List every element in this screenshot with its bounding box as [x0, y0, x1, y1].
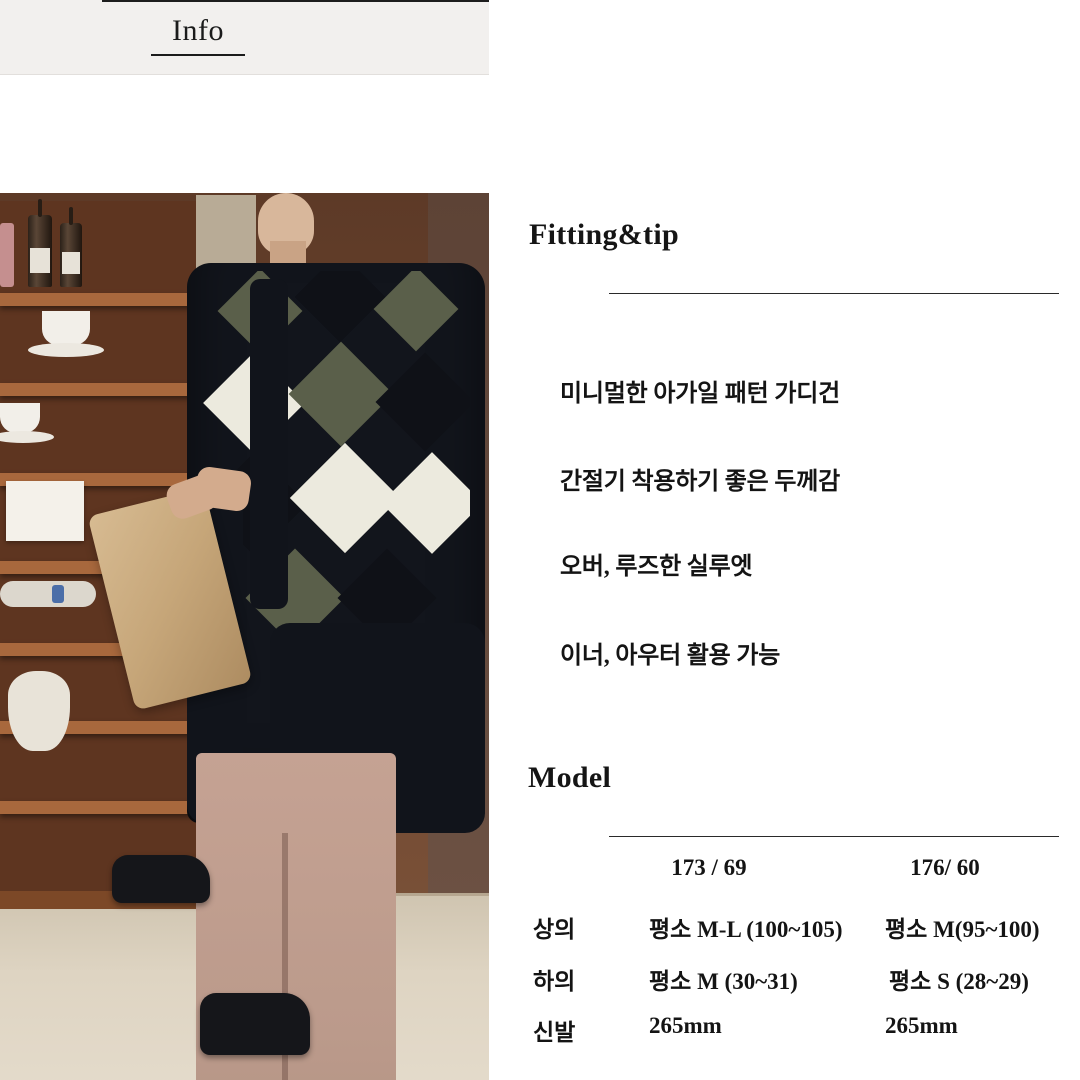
tab-info-label: Info — [172, 14, 224, 47]
model-row-label-shoes: 신발 — [533, 1020, 576, 1045]
argyle-diamond — [288, 341, 394, 447]
model-shoe-right — [200, 993, 310, 1055]
model-heading: Model — [528, 761, 612, 794]
model-row-bottom-value-2: 평소 S (28~29) — [889, 969, 1029, 994]
coffee-cup-1 — [42, 311, 90, 345]
saucer-1 — [28, 343, 104, 357]
bottle-neck — [68, 207, 74, 225]
wine-bottle-2 — [60, 207, 82, 287]
tab-info[interactable]: Info — [148, 14, 248, 56]
model-row-top-value-1: 평소 M-L (100~105) — [649, 917, 843, 942]
coffee-cup-2 — [0, 403, 40, 433]
argyle-diamond — [294, 271, 386, 343]
fitting-tip-heading: Fitting&tip — [529, 218, 679, 251]
fitting-tip-line-2: 간절기 착용하기 좋은 두께감 — [560, 469, 840, 495]
towel-stripe — [52, 585, 64, 603]
info-panel: Fitting&tip 미니멀한 아가일 패턴 가디건 간절기 착용하기 좋은 … — [489, 0, 1080, 1080]
model-rule — [609, 836, 1059, 837]
model-column-head-2: 176/ 60 — [910, 855, 980, 880]
fitting-tip-line-4: 이너, 아우터 활용 가능 — [560, 643, 781, 669]
model-row-shoes-value-2: 265mm — [885, 1013, 958, 1038]
model-row-label-bottom: 하의 — [533, 969, 576, 994]
bottle-neck — [37, 199, 43, 217]
product-photo — [0, 193, 489, 1080]
model-row-label-top: 상의 — [533, 917, 576, 942]
green-book-box — [140, 201, 188, 289]
model-right-hand — [193, 465, 253, 513]
rolled-towel — [0, 581, 96, 607]
tab-info-active-underline — [151, 54, 245, 56]
wine-bottle-1 — [28, 199, 52, 287]
fitting-tip-line-3: 오버, 루즈한 실루엣 — [560, 554, 753, 580]
ceramic-vase — [8, 671, 70, 751]
argyle-diamond — [381, 452, 470, 554]
model-shoe-left — [112, 855, 210, 903]
model-column-head-1: 173 / 69 — [671, 855, 747, 880]
fitting-tip-line-1: 미니멀한 아가일 패턴 가디건 — [560, 381, 840, 407]
model-row-shoes-value-1: 265mm — [649, 1013, 722, 1038]
white-box — [6, 481, 84, 541]
bottle-label — [30, 248, 50, 273]
argyle-diamond — [373, 271, 459, 352]
cardigan-placket — [250, 279, 288, 609]
bottle-label — [62, 252, 80, 275]
pink-item — [0, 223, 14, 287]
model-row-top-value-2: 평소 M(95~100) — [885, 917, 1040, 942]
argyle-diamond — [289, 442, 401, 554]
argyle-diamond — [375, 352, 470, 452]
model-row-bottom-value-1: 평소 M (30~31) — [649, 969, 798, 994]
fitting-tip-rule — [609, 293, 1059, 294]
